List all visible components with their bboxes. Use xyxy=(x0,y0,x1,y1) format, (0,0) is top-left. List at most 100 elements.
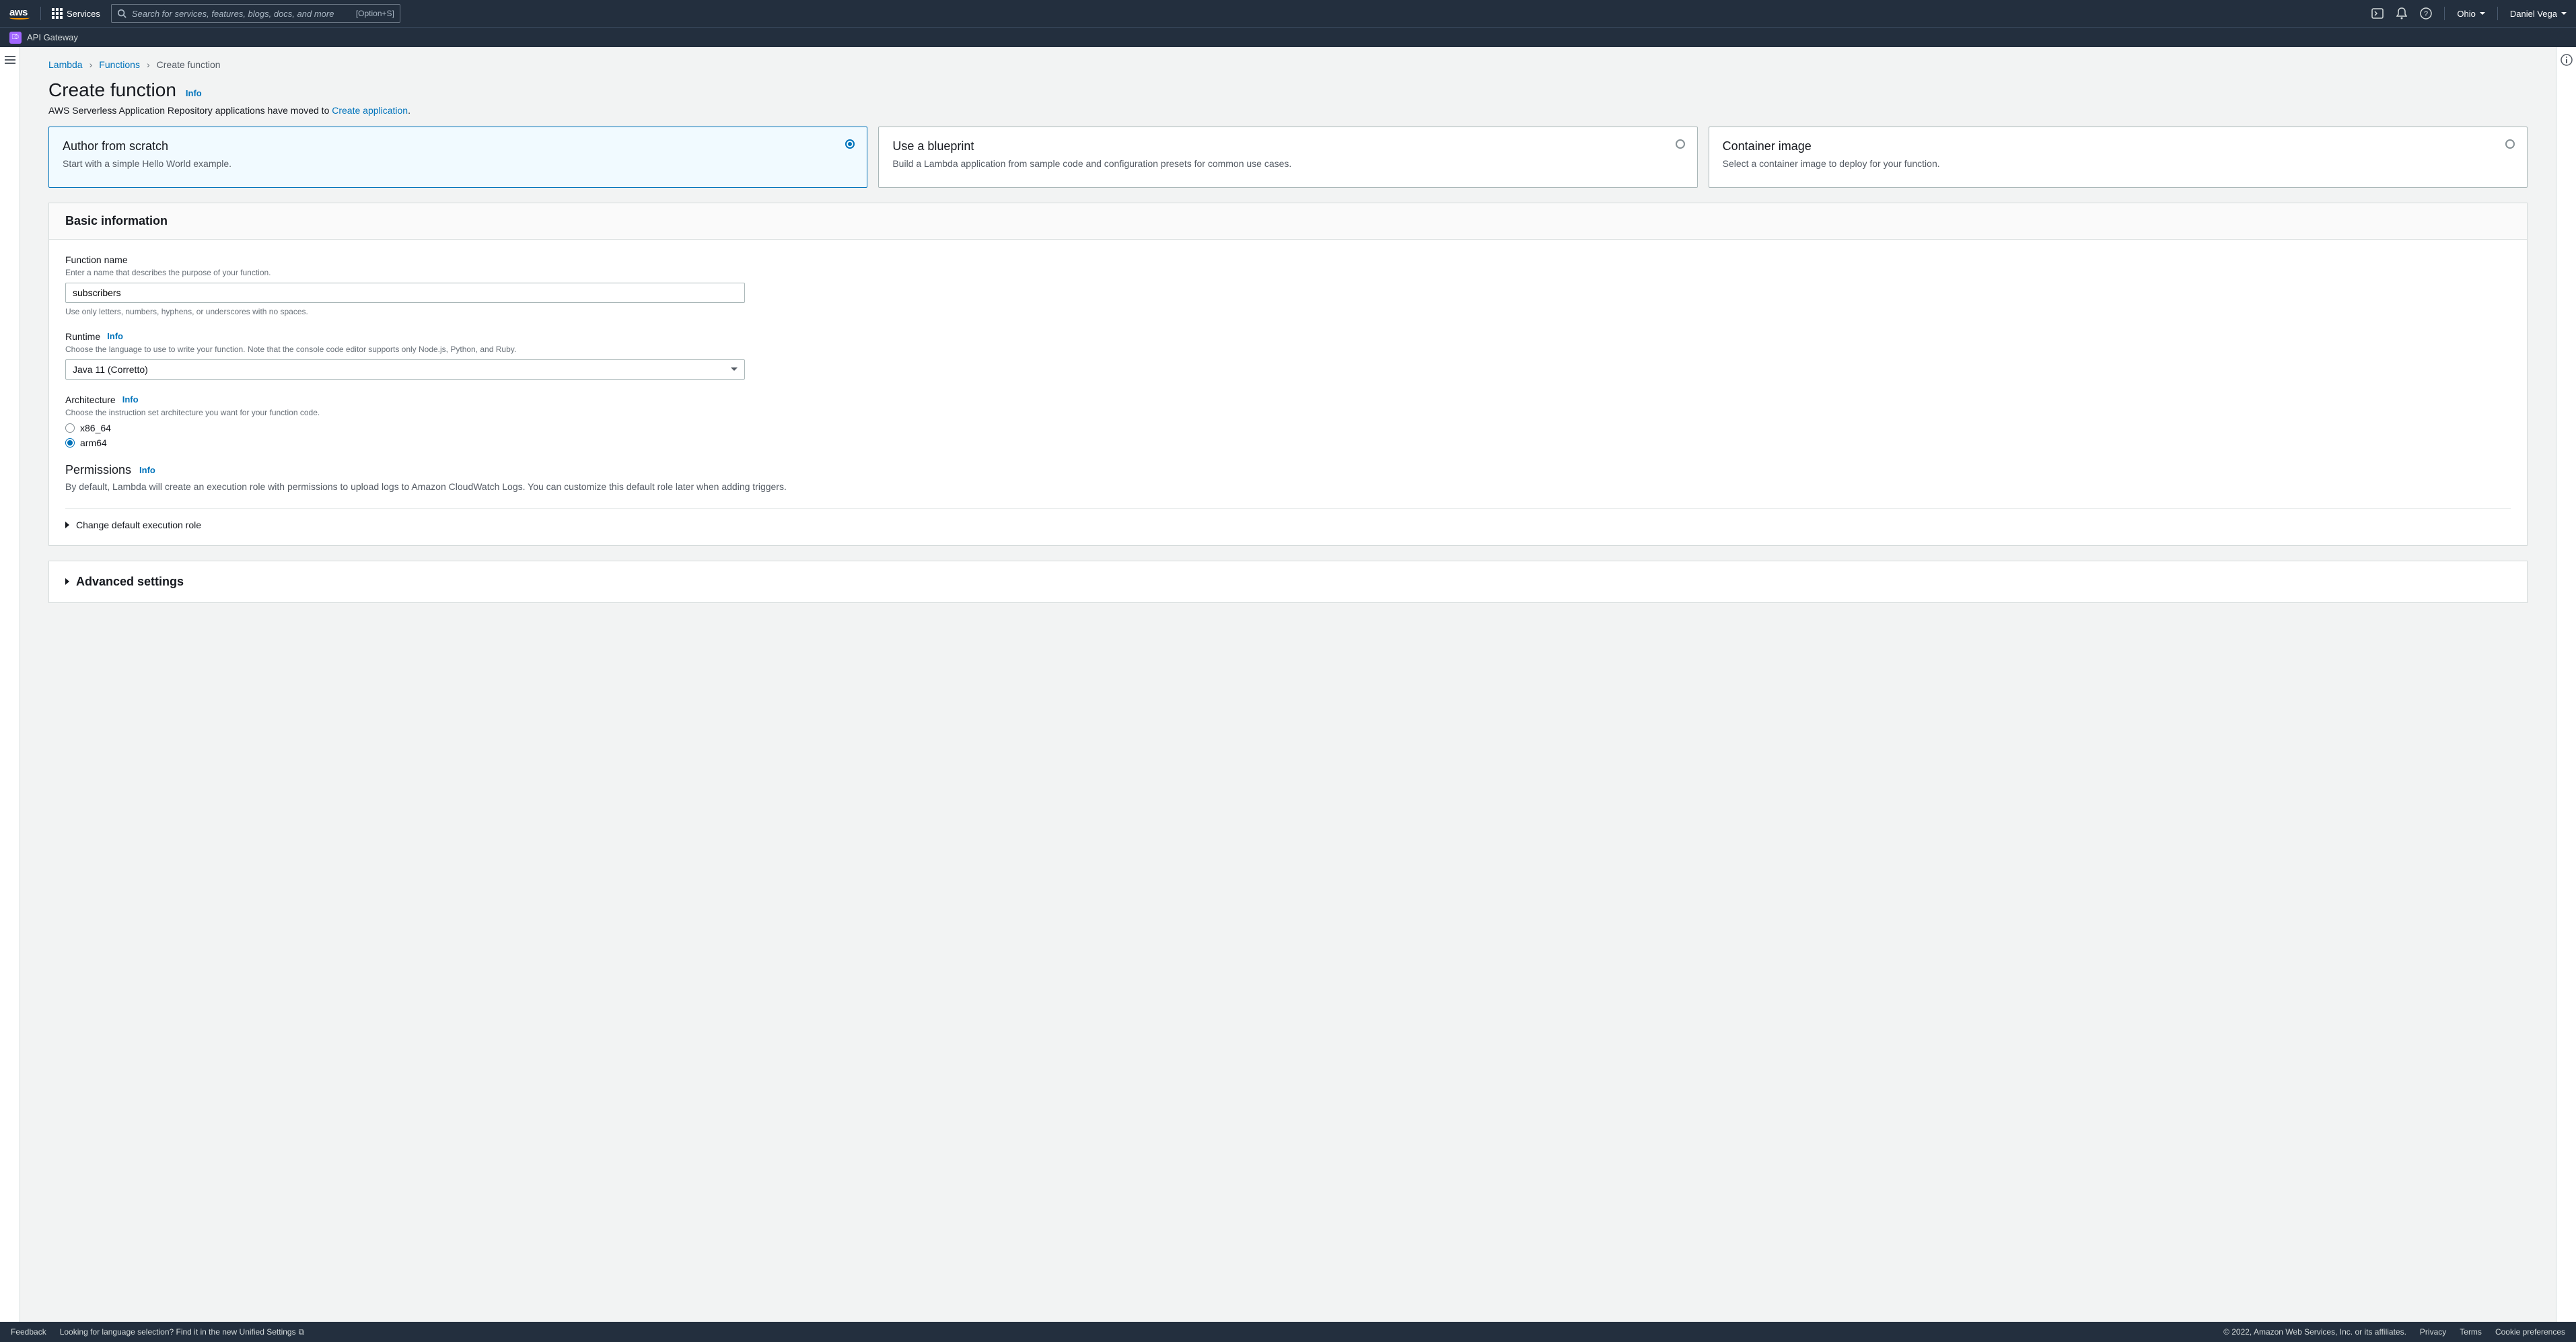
search-icon xyxy=(117,9,127,18)
function-name-hint: Enter a name that describes the purpose … xyxy=(65,268,745,277)
arch-option-x86-64[interactable]: x86_64 xyxy=(65,423,745,433)
runtime-label: Runtime xyxy=(65,331,100,342)
divider xyxy=(2444,7,2445,20)
architecture-radio-group: x86_64 arm64 xyxy=(65,423,745,448)
option-desc: Build a Lambda application from sample c… xyxy=(892,157,1683,171)
expander-execution-role-toggle[interactable]: Change default execution role xyxy=(65,520,2511,530)
page-info-link[interactable]: Info xyxy=(186,88,202,98)
architecture-label: Architecture xyxy=(65,394,116,405)
left-rail xyxy=(0,47,20,1322)
user-menu[interactable]: Daniel Vega xyxy=(2510,9,2567,19)
region-selector[interactable]: Ohio xyxy=(2457,9,2484,19)
radio-indicator-icon xyxy=(1676,139,1685,149)
caret-down-icon xyxy=(2480,12,2485,15)
chevron-right-icon: › xyxy=(147,59,150,70)
option-title: Container image xyxy=(1723,139,2513,153)
runtime-info-link[interactable]: Info xyxy=(107,331,123,341)
right-rail xyxy=(2556,47,2576,1322)
arch-option-label: arm64 xyxy=(80,437,107,448)
cloudshell-icon[interactable] xyxy=(2371,7,2384,20)
favorite-chip-api-gateway[interactable]: ⎄ API Gateway xyxy=(9,32,78,44)
sidebar-toggle[interactable] xyxy=(5,54,15,1322)
field-function-name: Function name Enter a name that describe… xyxy=(65,254,745,316)
permissions-header: Permissions Info xyxy=(65,463,2511,477)
breadcrumb-lambda[interactable]: Lambda xyxy=(48,59,83,70)
triangle-right-icon xyxy=(65,578,69,585)
function-name-input[interactable] xyxy=(65,283,745,303)
radio-icon xyxy=(65,423,75,433)
region-label: Ohio xyxy=(2457,9,2475,19)
aws-logo[interactable]: aws xyxy=(9,7,30,20)
footer: Feedback Looking for language selection?… xyxy=(0,1322,2576,1342)
function-name-note: Use only letters, numbers, hyphens, or u… xyxy=(65,307,745,316)
footer-lang-prefix: Looking for language selection? Find it … xyxy=(60,1327,240,1337)
option-desc: Select a container image to deploy for y… xyxy=(1723,157,2513,171)
help-icon[interactable]: ? xyxy=(2420,7,2432,20)
search-bar[interactable]: [Option+S] xyxy=(111,4,400,23)
favorites-bar: ⎄ API Gateway xyxy=(0,27,2576,47)
panel-title: Basic information xyxy=(65,214,2511,228)
privacy-link[interactable]: Privacy xyxy=(2420,1327,2446,1337)
option-title: Author from scratch xyxy=(63,139,853,153)
architecture-label-row: Architecture Info xyxy=(65,394,745,405)
footer-lang-text: Looking for language selection? Find it … xyxy=(60,1327,304,1337)
api-gateway-icon: ⎄ xyxy=(9,32,22,44)
content: Lambda › Functions › Create function Cre… xyxy=(20,47,2556,1322)
architecture-hint: Choose the instruction set architecture … xyxy=(65,408,745,417)
triangle-right-icon xyxy=(65,522,69,528)
panel-body: Function name Enter a name that describe… xyxy=(49,240,2527,545)
search-input[interactable] xyxy=(132,9,351,19)
expander-advanced-toggle[interactable]: Advanced settings xyxy=(65,575,2511,589)
unified-settings-link[interactable]: Unified Settings⧉ xyxy=(240,1327,305,1337)
runtime-select[interactable]: Java 11 (Corretto) xyxy=(65,359,745,380)
divider xyxy=(2497,7,2498,20)
panel-header: Basic information xyxy=(49,203,2527,240)
option-container-image[interactable]: Container image Select a container image… xyxy=(1709,127,2528,188)
radio-indicator-icon xyxy=(2505,139,2515,149)
topnav-right: ? Ohio Daniel Vega xyxy=(2371,7,2567,20)
services-label: Services xyxy=(67,9,100,19)
option-author-from-scratch[interactable]: Author from scratch Start with a simple … xyxy=(48,127,867,188)
arch-option-arm64[interactable]: arm64 xyxy=(65,437,745,448)
panel-advanced-settings: Advanced settings xyxy=(48,561,2528,603)
field-runtime: Runtime Info Choose the language to use … xyxy=(65,331,745,380)
permissions-label: Permissions xyxy=(65,463,131,477)
grid-icon xyxy=(52,8,63,19)
expander-execution-role: Change default execution role xyxy=(65,508,2511,530)
option-title: Use a blueprint xyxy=(892,139,1683,153)
creation-option-row: Author from scratch Start with a simple … xyxy=(48,127,2528,188)
cookie-prefs-link[interactable]: Cookie preferences xyxy=(2495,1327,2565,1337)
feedback-link[interactable]: Feedback xyxy=(11,1327,46,1337)
field-architecture: Architecture Info Choose the instruction… xyxy=(65,394,745,448)
runtime-select-wrap: Java 11 (Corretto) xyxy=(65,359,745,380)
services-menu[interactable]: Services xyxy=(52,8,100,19)
notifications-icon[interactable] xyxy=(2396,7,2408,20)
chevron-right-icon: › xyxy=(90,59,93,70)
runtime-label-row: Runtime Info xyxy=(65,331,745,342)
advanced-settings-label: Advanced settings xyxy=(76,575,184,589)
page-header: Create function Info xyxy=(48,79,2528,101)
caret-down-icon xyxy=(2561,12,2567,15)
architecture-info-link[interactable]: Info xyxy=(122,394,139,404)
arch-option-label: x86_64 xyxy=(80,423,111,433)
info-panel-toggle[interactable] xyxy=(2561,54,2573,1322)
radio-icon xyxy=(65,438,75,448)
subhead-text: AWS Serverless Application Repository ap… xyxy=(48,105,332,116)
create-application-link[interactable]: Create application xyxy=(332,105,408,116)
function-name-label: Function name xyxy=(65,254,745,265)
panel-basic-information: Basic information Function name Enter a … xyxy=(48,203,2528,546)
breadcrumb: Lambda › Functions › Create function xyxy=(48,59,2528,70)
svg-text:?: ? xyxy=(2424,10,2428,18)
option-use-a-blueprint[interactable]: Use a blueprint Build a Lambda applicati… xyxy=(878,127,1697,188)
breadcrumb-functions[interactable]: Functions xyxy=(99,59,140,70)
execution-role-label: Change default execution role xyxy=(76,520,201,530)
search-shortcut: [Option+S] xyxy=(356,9,394,18)
permissions-info-link[interactable]: Info xyxy=(139,465,155,475)
permissions-desc: By default, Lambda will create an execut… xyxy=(65,481,2511,492)
terms-link[interactable]: Terms xyxy=(2460,1327,2482,1337)
user-label: Daniel Vega xyxy=(2510,9,2557,19)
divider xyxy=(40,7,41,20)
option-desc: Start with a simple Hello World example. xyxy=(63,157,853,171)
main-layout: Lambda › Functions › Create function Cre… xyxy=(0,47,2576,1322)
footer-right: © 2022, Amazon Web Services, Inc. or its… xyxy=(2223,1327,2565,1337)
